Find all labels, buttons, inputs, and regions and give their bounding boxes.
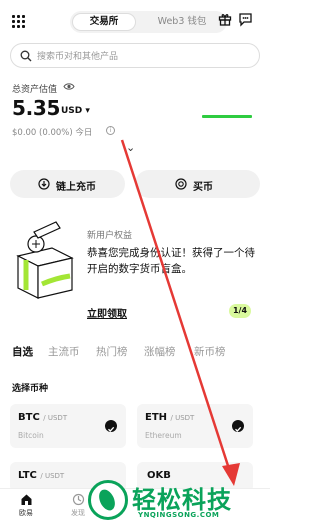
check-icon[interactable]: [105, 420, 117, 432]
chat-icon[interactable]: [238, 12, 253, 27]
watermark-text: 轻松科技: [132, 486, 232, 514]
promo-text: 恭喜您完成身份认证！获得了一个待开启的数字货币盲盒。: [87, 247, 255, 275]
home-icon: [21, 494, 31, 505]
top-bar: 交易所 Web3 钱包: [0, 8, 270, 36]
gift-icon[interactable]: [218, 12, 232, 26]
coin-name: Ethereum: [145, 431, 182, 440]
coin-symbol: LTC: [18, 470, 37, 481]
coin-card-eth[interactable]: ETH / USDT Ethereum: [137, 404, 253, 448]
coin-name: Bitcoin: [18, 431, 44, 440]
coin-symbol: BTC: [18, 412, 40, 423]
watermark-logo-icon: [88, 480, 128, 520]
tab-hot[interactable]: 热门榜: [96, 344, 128, 359]
check-icon[interactable]: [232, 420, 244, 432]
nav-okx-home[interactable]: 欧易: [6, 493, 46, 518]
caret-down-icon: ▾: [85, 106, 90, 116]
total-assets-label: 总资产估值: [12, 85, 58, 95]
info-icon[interactable]: i: [106, 126, 115, 135]
coin-quote: / USDT: [43, 414, 68, 422]
search-bar[interactable]: 搜索币对和其他产品: [10, 43, 260, 68]
tab-favorites[interactable]: 自选: [12, 344, 33, 359]
promo-pager: 1/4: [229, 304, 251, 318]
nav-label: 发现: [71, 509, 85, 517]
select-coin-title: 选择币种: [12, 384, 49, 394]
watermark-subtext: YNQINGSONG.COM: [138, 511, 220, 519]
total-assets-value: 5.35: [12, 96, 61, 120]
claim-now-link[interactable]: 立即领取: [87, 305, 127, 320]
tab-new-listings[interactable]: 新币榜: [194, 344, 226, 359]
eye-icon[interactable]: [63, 82, 75, 91]
tab-web3-wallet[interactable]: Web3 钱包: [142, 13, 222, 31]
coin-card-btc[interactable]: BTC / USDT Bitcoin: [10, 404, 126, 448]
mode-switch: 交易所 Web3 钱包: [70, 11, 227, 33]
discover-icon: [72, 493, 84, 506]
currency-selector[interactable]: USD ▾: [61, 106, 90, 116]
buy-crypto-button[interactable]: 买币: [135, 170, 260, 198]
daily-pnl: $0.00 (0.00%) 今日: [12, 128, 93, 138]
tab-exchange[interactable]: 交易所: [72, 13, 136, 31]
nav-label: 欧易: [19, 509, 33, 517]
coin-quote: / USDT: [170, 414, 195, 422]
asset-trend-line: [202, 115, 252, 118]
search-placeholder: 搜索币对和其他产品: [37, 52, 119, 62]
deposit-label: 链上充币: [56, 182, 96, 193]
deposit-button[interactable]: 链上充币: [10, 170, 125, 198]
chevron-down-icon[interactable]: ⌄: [126, 141, 135, 154]
promo-title: 新用户权益: [87, 231, 133, 241]
coin-symbol: ETH: [145, 412, 168, 423]
watermark: 轻松科技 YNQINGSONG.COM: [88, 478, 270, 525]
search-icon: [20, 50, 32, 62]
grid-menu-icon[interactable]: [12, 15, 26, 29]
buy-label: 买币: [193, 182, 213, 193]
deposit-icon: [38, 178, 50, 190]
mystery-box-illustration: [16, 221, 74, 299]
coin-quote: / USDT: [40, 472, 65, 480]
tab-mainstream[interactable]: 主流币: [48, 344, 80, 359]
currency-label: USD: [61, 106, 83, 116]
tab-gainers[interactable]: 涨幅榜: [144, 344, 176, 359]
buy-icon: [175, 178, 187, 190]
